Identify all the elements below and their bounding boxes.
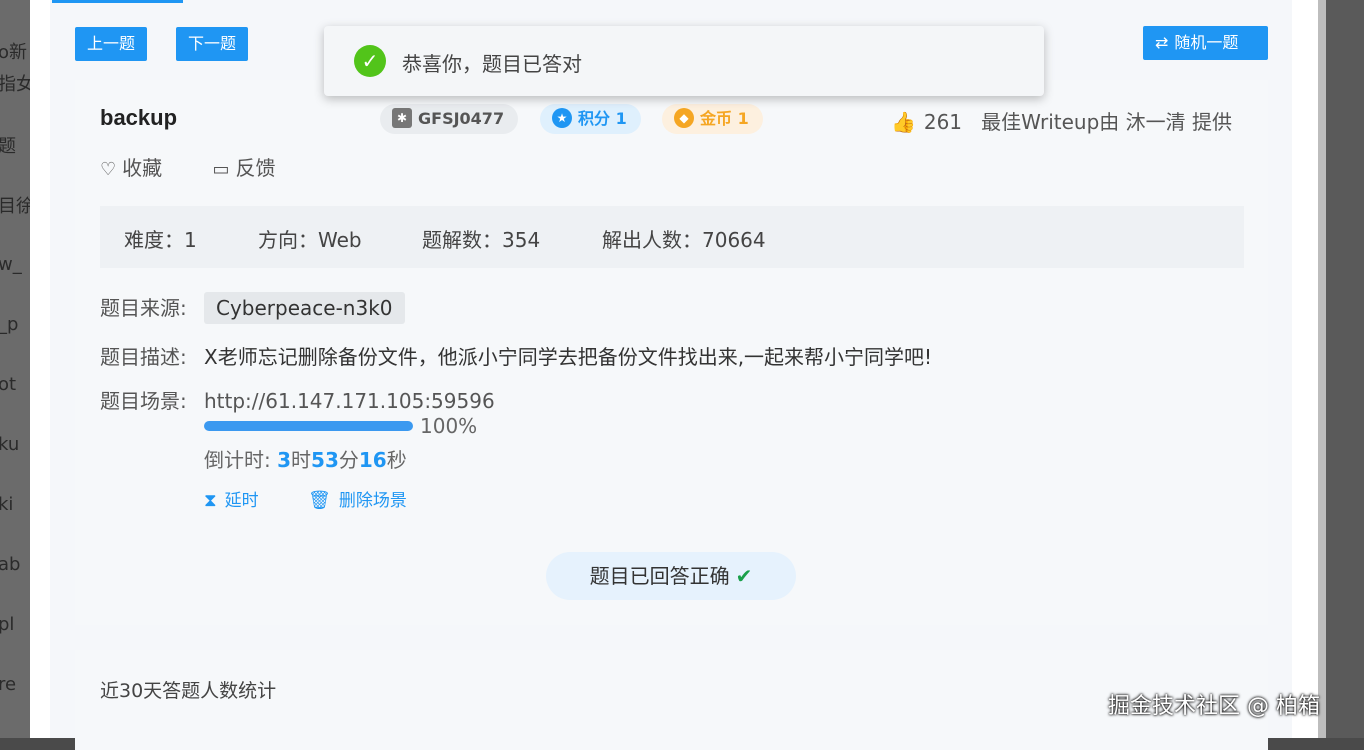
favorite-button[interactable]: ♡ 收藏 (100, 156, 184, 180)
countdown-hours: 3 (277, 448, 292, 472)
extend-time-button[interactable]: ⧗ 延时 (204, 490, 281, 511)
coin-value: 金币 1 (700, 109, 749, 128)
author-avatar-icon: ✱ (392, 107, 412, 128)
scene-row: 题目场景: http://61.147.171.105:59596 (100, 385, 495, 414)
stats-bar: 难度：1 方向：Web 题解数：354 解出人数：70664 (100, 206, 1244, 268)
score-value: 积分 1 (578, 109, 627, 128)
scene-label: 题目场景: (100, 389, 187, 413)
solvers-stat: 解出人数：70664 (602, 228, 766, 252)
source-row: 题目来源: Cyberpeace-n3k0 (100, 292, 405, 324)
feedback-label: 反馈 (235, 156, 276, 180)
shuffle-icon: ⇄ (1155, 33, 1169, 52)
minutes-unit: 分 (338, 448, 359, 472)
source-label: 题目来源: (100, 296, 187, 320)
delete-scene-label: 删除场景 (338, 491, 407, 511)
heart-icon: ♡ (100, 159, 117, 180)
source-tag: Cyberpeace-n3k0 (204, 292, 405, 324)
favorite-label: 收藏 (122, 156, 163, 180)
feedback-button[interactable]: ▭ 反馈 (213, 156, 298, 180)
like-count: 261 (923, 110, 963, 134)
description-row: 题目描述: X老师忘记删除备份文件，他派小宁同学去把备份文件找出来,一起来帮小宁同… (100, 341, 932, 370)
toast-message: 恭喜你，题目已答对 (402, 52, 582, 76)
background-scrollbar-area (1318, 0, 1364, 738)
author-badge[interactable]: ✱ GFSJ0477 (380, 104, 519, 134)
scene-url[interactable]: http://61.147.171.105:59596 (204, 389, 495, 413)
direction-stat: 方向：Web (258, 228, 362, 252)
hourglass-icon: ⧗ (204, 490, 217, 511)
author-name: GFSJ0477 (418, 109, 505, 128)
answered-correct-status: 题目已回答正确 ✔ (546, 552, 796, 600)
prev-question-button[interactable]: 上一题 (75, 27, 148, 61)
answered-label: 题目已回答正确 (589, 564, 730, 588)
thumbs-up-icon[interactable]: 👍 (891, 110, 916, 134)
countdown-minutes: 53 (311, 448, 339, 472)
trash-icon: 🗑 (308, 490, 331, 511)
coin-badge: ◆ 金币 1 (662, 104, 763, 134)
star-icon: ★ (552, 107, 572, 128)
random-question-button[interactable]: ⇄ 随机一题 (1143, 26, 1268, 60)
delete-scene-button[interactable]: 🗑 删除场景 (308, 490, 429, 511)
challenge-title: backup (100, 105, 178, 130)
best-writeup-link[interactable]: 最佳Writeup由 沐一清 提供 (981, 110, 1232, 134)
extend-time-label: 延时 (224, 491, 259, 511)
countdown-seconds: 16 (358, 448, 387, 472)
stats-section-title: 近30天答题人数统计 (100, 680, 277, 702)
watermark: 掘金技术社区 @ 柏箱 (1108, 694, 1320, 719)
page-scrollbar[interactable] (1318, 0, 1326, 738)
success-toast: ✓ 恭喜你，题目已答对 (324, 26, 1044, 96)
scene-progress-bar (204, 421, 413, 431)
description-label: 题目描述: (100, 345, 187, 369)
countdown-prefix: 倒计时: (204, 448, 278, 472)
description-text: X老师忘记删除备份文件，他派小宁同学去把备份文件找出来,一起来帮小宁同学吧! (204, 345, 933, 369)
countdown-timer: 倒计时: 3时53分16秒 (204, 444, 407, 473)
next-question-button[interactable]: 下一题 (176, 27, 249, 61)
active-tab-indicator (52, 0, 183, 3)
hours-unit: 时 (291, 448, 312, 472)
difficulty-stat: 难度：1 (124, 228, 197, 252)
writeups-stat: 题解数：354 (422, 228, 541, 252)
scene-progress-text: 100% (420, 414, 478, 438)
coin-icon: ◆ (674, 107, 694, 128)
background-page-fragment: o新 指女 题 目徐 w_ _p ot ku ki ab pl re (0, 0, 30, 738)
success-check-icon: ✓ (354, 45, 386, 77)
comment-icon: ▭ (212, 159, 230, 180)
scene-actions: ⧗ 延时 🗑 删除场景 (204, 486, 451, 511)
random-question-label: 随机一题 (1174, 33, 1239, 52)
score-badge: ★ 积分 1 (540, 104, 641, 134)
checkmark-icon: ✔ (735, 564, 753, 588)
likes-and-writeup: 👍 261 最佳Writeup由 沐一清 提供 (891, 106, 1232, 135)
seconds-unit: 秒 (386, 448, 407, 472)
challenge-actions: ♡ 收藏 ▭ 反馈 (100, 152, 320, 181)
